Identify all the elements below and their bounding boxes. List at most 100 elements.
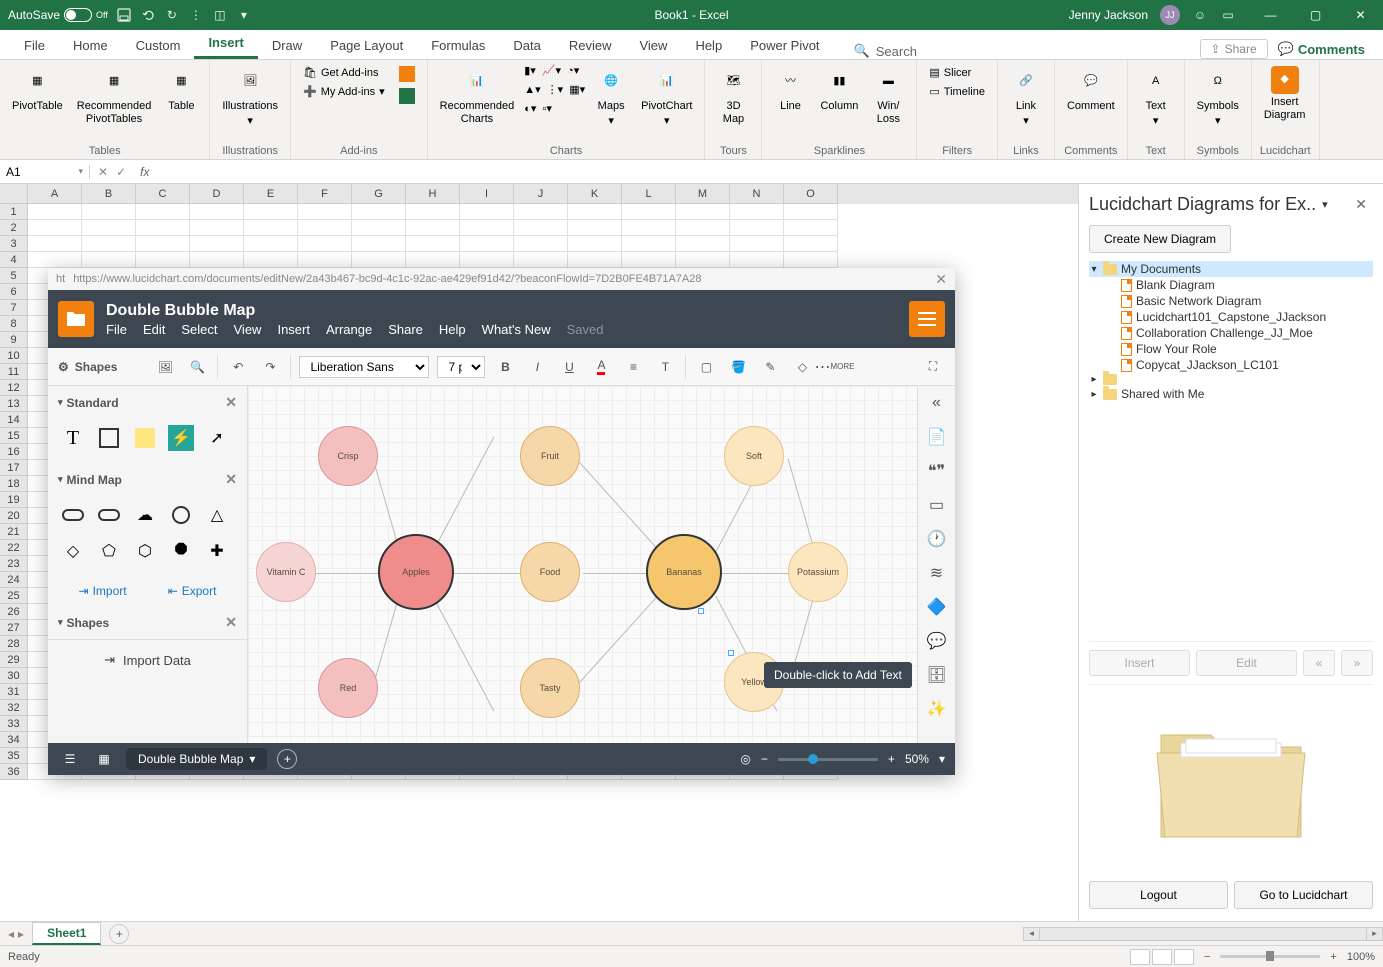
grid-view-icon[interactable]: ▦ xyxy=(92,747,116,771)
page-icon[interactable]: 📄 xyxy=(926,426,948,448)
collapse-icon[interactable]: « xyxy=(926,392,948,414)
import-button[interactable]: ⇥Import xyxy=(79,584,127,598)
column-header[interactable]: C xyxy=(136,184,190,204)
column-header[interactable]: M xyxy=(676,184,730,204)
tree-item[interactable]: Copycat_JJackson_LC101 xyxy=(1089,357,1373,373)
import-data-button[interactable]: ⇥Import Data xyxy=(48,639,247,680)
sheet-prev-icon[interactable]: ◂ xyxy=(8,927,14,941)
tab-formulas[interactable]: Formulas xyxy=(417,32,499,59)
cell[interactable] xyxy=(244,252,298,268)
standard-section[interactable]: Standard xyxy=(67,396,119,410)
ribbon-options-icon[interactable]: ▭ xyxy=(1220,7,1236,23)
zoom-level[interactable]: 100% xyxy=(1347,951,1375,963)
row-header[interactable]: 18 xyxy=(0,476,28,492)
chat-icon[interactable]: 💬 xyxy=(926,630,948,652)
zoom-slider[interactable] xyxy=(778,758,878,761)
cell[interactable] xyxy=(298,220,352,236)
tab-data[interactable]: Data xyxy=(499,32,554,59)
scatter-chart-icon[interactable]: ⋮▾ xyxy=(547,83,564,96)
tab-home[interactable]: Home xyxy=(59,32,122,59)
bubble-vitaminc[interactable]: Vitamin C xyxy=(256,542,316,602)
cell[interactable] xyxy=(568,204,622,220)
column-header[interactable]: O xyxy=(784,184,838,204)
close-icon[interactable]: ✕ xyxy=(225,471,237,488)
menu-select[interactable]: Select xyxy=(181,322,217,337)
text-button[interactable]: AText▾ xyxy=(1136,64,1176,130)
row-header[interactable]: 11 xyxy=(0,364,28,380)
text-shape[interactable]: T xyxy=(60,425,86,451)
tab-help[interactable]: Help xyxy=(681,32,736,59)
menu-file[interactable]: File xyxy=(106,322,127,337)
wand-icon[interactable]: ✨ xyxy=(926,698,948,720)
zoom-in-button[interactable]: + xyxy=(888,752,895,766)
cell[interactable] xyxy=(676,204,730,220)
zoom-out-button[interactable]: − xyxy=(761,752,768,766)
line-chart-icon[interactable]: 📈▾ xyxy=(542,64,561,77)
cell[interactable] xyxy=(352,236,406,252)
pivotchart-button[interactable]: 📊PivotChart▾ xyxy=(637,64,696,130)
tree-item[interactable]: Collaboration Challenge_JJ_Moe xyxy=(1089,325,1373,341)
cell[interactable] xyxy=(352,252,406,268)
share-button[interactable]: ⇪ Share xyxy=(1200,39,1268,59)
bubble-tasty[interactable]: Tasty xyxy=(520,658,580,718)
add-page-button[interactable]: + xyxy=(277,749,297,769)
recommended-pivot-button[interactable]: ▦Recommended PivotTables xyxy=(73,64,156,128)
cell[interactable] xyxy=(244,204,298,220)
comments-button[interactable]: 💬 Comments xyxy=(1278,41,1365,57)
tree-item[interactable]: Blank Diagram xyxy=(1089,277,1373,293)
sparkline-line-button[interactable]: 〰Line xyxy=(770,64,810,115)
cell[interactable] xyxy=(82,220,136,236)
row-header[interactable]: 16 xyxy=(0,444,28,460)
insert-button[interactable]: Insert xyxy=(1089,650,1190,676)
fx-icon[interactable]: fx xyxy=(134,165,155,179)
row-header[interactable]: 20 xyxy=(0,508,28,524)
note-shape[interactable] xyxy=(132,425,158,451)
bing-button[interactable] xyxy=(395,64,419,84)
tab-draw[interactable]: Draw xyxy=(258,32,316,59)
3d-map-button[interactable]: 🗺3D Map xyxy=(713,64,753,128)
row-header[interactable]: 23 xyxy=(0,556,28,572)
sparkline-column-button[interactable]: ▮▮Column xyxy=(816,64,862,115)
cell[interactable] xyxy=(514,204,568,220)
row-header[interactable]: 3 xyxy=(0,236,28,252)
image-icon[interactable]: 🖼 xyxy=(153,355,177,379)
cell[interactable] xyxy=(352,204,406,220)
document-title[interactable]: Double Bubble Map xyxy=(106,302,604,320)
row-header[interactable]: 9 xyxy=(0,332,28,348)
column-header[interactable]: K xyxy=(568,184,622,204)
bubble-soft[interactable]: Soft xyxy=(724,426,784,486)
cell[interactable] xyxy=(136,204,190,220)
cell[interactable] xyxy=(28,220,82,236)
search-icon[interactable]: 🔍 xyxy=(854,43,870,59)
cell[interactable] xyxy=(406,204,460,220)
data-icon[interactable]: 🔷 xyxy=(926,596,948,618)
cell[interactable] xyxy=(136,252,190,268)
cell[interactable] xyxy=(460,220,514,236)
bubble-apples[interactable]: Apples xyxy=(378,534,454,610)
tree-folder-my-documents[interactable]: ▾My Documents xyxy=(1089,261,1373,277)
name-box[interactable]: A1▾ xyxy=(0,165,90,179)
zoom-in-button[interactable]: + xyxy=(1330,951,1336,963)
column-header[interactable]: L xyxy=(622,184,676,204)
cell[interactable] xyxy=(784,252,838,268)
column-header[interactable]: E xyxy=(244,184,298,204)
row-header[interactable]: 35 xyxy=(0,748,28,764)
tab-page-layout[interactable]: Page Layout xyxy=(316,32,417,59)
selection-handle[interactable] xyxy=(698,608,704,614)
row-header[interactable]: 31 xyxy=(0,684,28,700)
touch-mode-icon[interactable]: ◫ xyxy=(212,7,228,23)
text-style-button[interactable]: T xyxy=(653,355,677,379)
bubble-potassium[interactable]: Potassium xyxy=(788,542,848,602)
bubble-bananas[interactable]: Bananas xyxy=(646,534,722,610)
pivottable-button[interactable]: ▦PivotTable xyxy=(8,64,67,115)
fullscreen-icon[interactable]: ⛶ xyxy=(921,355,945,379)
column-header[interactable]: J xyxy=(514,184,568,204)
goto-lucidchart-button[interactable]: Go to Lucidchart xyxy=(1234,881,1373,909)
next-button[interactable]: » xyxy=(1341,650,1373,676)
cell[interactable] xyxy=(190,220,244,236)
italic-button[interactable]: I xyxy=(525,355,549,379)
hexagon-shape[interactable]: ⬡ xyxy=(132,538,158,564)
chevron-down-icon[interactable]: ▾ xyxy=(58,617,63,628)
bubble-fruit[interactable]: Fruit xyxy=(520,426,580,486)
maximize-button[interactable]: ▢ xyxy=(1293,0,1338,30)
